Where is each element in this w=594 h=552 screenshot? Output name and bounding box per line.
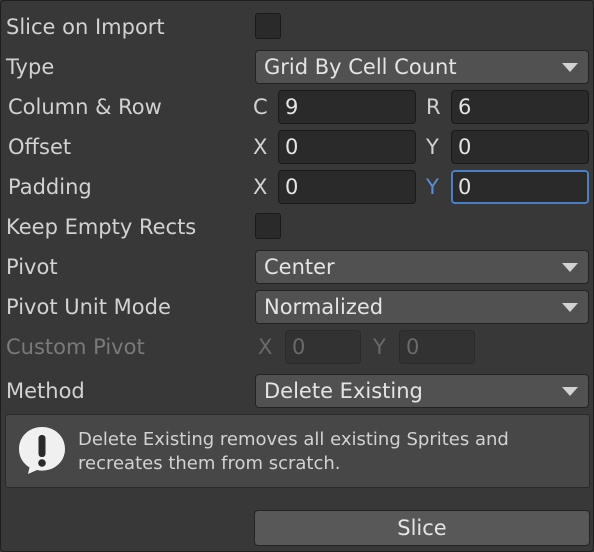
row-axis-label: R [426,95,441,119]
help-message: Delete Existing removes all existing Spr… [78,429,509,474]
row-count-value: 6 [458,95,472,119]
custom-pivot-label: Custom Pivot [6,335,145,359]
pivot-label: Pivot [6,255,58,279]
offset-x-value: 0 [285,135,299,159]
type-label: Type [6,55,55,79]
padding-x-axis-label: X [253,175,268,199]
pivot-unit-mode-label: Pivot Unit Mode [6,295,171,319]
chevron-down-icon [562,303,578,312]
pivot-dropdown[interactable]: Center [255,250,589,284]
keep-empty-rects-checkbox[interactable] [255,213,281,239]
offset-y-value: 0 [458,135,472,159]
method-dropdown[interactable]: Delete Existing [255,374,589,408]
row-count-field[interactable]: 6 [451,90,589,124]
offset-y-field[interactable]: 0 [451,130,589,164]
custom-pivot-y-field: 0 [399,330,475,364]
offset-y-axis-label: Y [426,135,439,159]
custom-pivot-x-value: 0 [292,335,306,359]
padding-y-value: 0 [458,175,472,199]
method-label: Method [6,379,85,403]
chevron-down-icon [562,387,578,396]
offset-x-field[interactable]: 0 [278,130,416,164]
method-value: Delete Existing [264,379,423,403]
custom-pivot-x-field: 0 [285,330,361,364]
chevron-down-icon [562,263,578,272]
padding-label: Padding [8,175,92,199]
column-row-label: Column & Row [8,95,162,119]
pivot-unit-mode-dropdown[interactable]: Normalized [255,290,589,324]
padding-y-field[interactable]: 0 [451,170,589,204]
column-count-field[interactable]: 9 [278,90,416,124]
custom-pivot-y-value: 0 [406,335,420,359]
type-value: Grid By Cell Count [264,55,457,79]
padding-x-value: 0 [285,175,299,199]
type-dropdown[interactable]: Grid By Cell Count [255,50,589,84]
chevron-down-icon [562,63,578,72]
slice-on-import-checkbox[interactable] [255,13,281,39]
warning-exclamation-icon [19,427,65,474]
custom-pivot-y-axis-label: Y [373,335,386,359]
sprite-editor-slice-panel: Slice on Import Type Grid By Cell Count … [0,0,594,552]
padding-x-field[interactable]: 0 [278,170,416,204]
column-axis-label: C [253,95,268,119]
keep-empty-rects-label: Keep Empty Rects [6,215,197,239]
padding-y-axis-label: Y [426,175,439,199]
help-box: Delete Existing removes all existing Spr… [5,414,590,488]
custom-pivot-x-axis-label: X [258,335,273,359]
slice-button[interactable]: Slice [254,510,590,546]
pivot-unit-mode-value: Normalized [264,295,384,319]
offset-label: Offset [8,135,72,159]
column-count-value: 9 [285,95,299,119]
slice-on-import-label: Slice on Import [6,15,165,39]
pivot-value: Center [264,255,335,279]
offset-x-axis-label: X [253,135,268,159]
